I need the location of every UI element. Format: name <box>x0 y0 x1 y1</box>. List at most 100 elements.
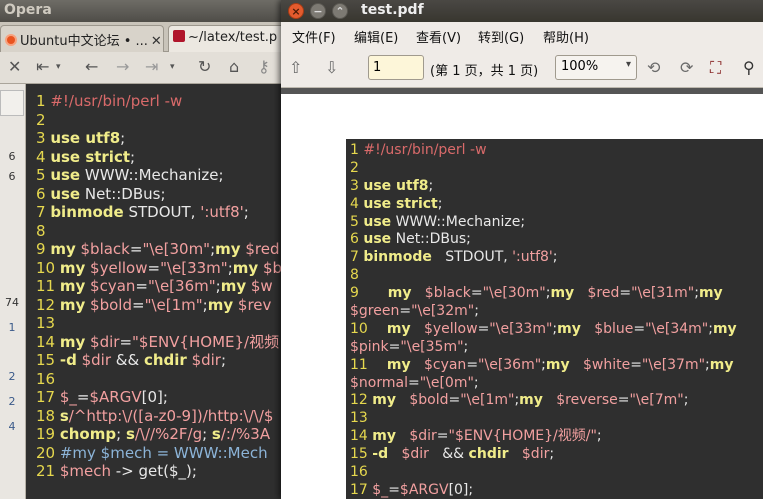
line-number: 19 <box>36 425 60 443</box>
code-token: = <box>470 285 483 302</box>
code-token: $dir <box>388 446 429 463</box>
line-number: 12 <box>36 295 60 314</box>
code-token: my <box>712 320 737 337</box>
code-token: "\e[33m" <box>160 258 228 277</box>
code-token: ; <box>683 392 689 409</box>
code-token: /^http:\/([a-z0-9])/http:\/\/$ <box>68 406 274 425</box>
code-token: = <box>477 320 490 337</box>
code-line: 12 my $bold="\e[1m";my $rev <box>36 296 282 315</box>
tab-ubuntu-forum[interactable]: Ubuntu中文论坛 • ... ✕ <box>0 25 164 52</box>
key-icon[interactable]: ⚷ <box>258 57 270 76</box>
menu-help[interactable]: 帮助(H) <box>543 27 589 46</box>
line-number: 4 <box>350 195 364 212</box>
code-token: s <box>211 425 221 443</box>
panel-number: 6 <box>8 170 16 183</box>
code-token: $ARGV <box>89 388 142 406</box>
menu-edit[interactable]: 编辑(E) <box>354 27 398 46</box>
code-token: Net::DBus; <box>391 231 471 248</box>
chevron-down-icon[interactable]: ▾ <box>170 62 175 72</box>
code-token: $yellow <box>410 320 478 337</box>
code-token: "\e[1m" <box>460 392 515 409</box>
code-token: ':utf8' <box>512 249 553 266</box>
zoom-select[interactable]: 100% ▾ <box>555 55 637 80</box>
menu-view[interactable]: 查看(V) <box>416 27 461 46</box>
close-icon[interactable]: ✕ <box>8 57 21 76</box>
code-token: $normal <box>350 374 408 391</box>
back-icon[interactable]: ← <box>85 57 98 76</box>
minimize-button[interactable]: − <box>310 3 326 19</box>
menu-go[interactable]: 转到(G) <box>478 27 524 46</box>
chevron-down-icon[interactable]: ▾ <box>56 62 61 72</box>
search-icon[interactable]: ⚲ <box>743 58 755 77</box>
line-number: 7 <box>36 203 51 221</box>
close-icon[interactable]: ✕ <box>151 34 162 49</box>
fast-forward-icon[interactable]: ⇥ <box>145 57 158 76</box>
code-token: my <box>215 240 241 258</box>
line-number: 6 <box>36 184 51 203</box>
previous-page-icon[interactable]: ⇧ <box>289 58 302 77</box>
panel-number: 4 <box>8 420 16 433</box>
code-line: 14 my $dir="$ENV{HOME}/视频/"; <box>350 428 737 446</box>
code-token: ; <box>596 428 602 445</box>
panel-number: 6 <box>8 150 16 163</box>
panel-number: 74 <box>5 296 19 309</box>
document-canvas[interactable]: 1 #!/usr/bin/perl -w 2 3 use utf8; 4 use st… <box>281 88 763 499</box>
line-number: 18 <box>36 406 60 425</box>
code-token: my <box>372 392 396 409</box>
menu-bar: 文件(F) 编辑(E) 查看(V) 转到(G) 帮助(H) <box>281 22 763 48</box>
close-button[interactable]: × <box>288 3 304 19</box>
maximize-button[interactable]: ⌃ <box>332 3 348 19</box>
line-number: 13 <box>36 314 56 332</box>
zoom-value: 100% <box>561 59 599 74</box>
code-token: = <box>436 428 449 445</box>
code-token: /:/%3A <box>220 425 271 443</box>
line-number: 11 <box>36 277 60 295</box>
code-token: -d <box>372 446 389 463</box>
code-token: ; <box>463 338 469 355</box>
code-token: binmode <box>363 249 432 266</box>
code-token: my <box>59 258 86 277</box>
toolbar: ⇧ ⇩ (第 1 页，共 1 页) 100% ▾ ⟲ ⟳ ⛶ ⚲ <box>281 48 763 88</box>
file-icon <box>173 30 185 42</box>
code-token: = <box>619 285 632 302</box>
rewind-icon[interactable]: ⇤ <box>36 57 49 76</box>
code-token: WWW::Mechanize; <box>391 213 526 230</box>
pdf-code-block: 1 #!/usr/bin/perl -w 2 3 use utf8; 4 use st… <box>346 139 763 499</box>
code-token: "\e[31m" <box>631 285 695 302</box>
code-token: Net::DBus; <box>80 184 166 203</box>
chevron-down-icon: ▾ <box>625 59 631 70</box>
code-token: $ARGV <box>399 481 449 498</box>
code-token: = <box>129 240 143 258</box>
line-number: 10 <box>350 320 373 337</box>
code-line: $pink="\e[35m"; <box>350 339 737 357</box>
line-number: 17 <box>350 481 373 498</box>
code-token: -d <box>59 351 77 369</box>
line-number: 9 <box>36 240 51 258</box>
code-line: 6 use Net::DBus; <box>350 231 737 249</box>
code-token: use <box>363 231 392 248</box>
line-number: 14 <box>350 428 373 445</box>
code-token: = <box>388 481 400 498</box>
fullscreen-icon[interactable]: ⛶ <box>710 58 721 78</box>
tab-latex-file[interactable]: ~/latex/test.p <box>168 25 290 52</box>
code-token: && <box>428 446 469 463</box>
panel-number: 2 <box>8 395 16 408</box>
code-token: s <box>125 425 135 443</box>
page-number-input[interactable] <box>368 55 424 80</box>
rotate-left-icon[interactable]: ⟲ <box>647 58 660 77</box>
home-icon[interactable]: ⌂ <box>229 57 239 76</box>
code-line: 17 $_=$ARGV[0]; <box>36 388 282 407</box>
menu-file[interactable]: 文件(F) <box>292 27 336 46</box>
code-token: ':utf8' <box>200 203 244 221</box>
next-page-icon[interactable]: ⇩ <box>325 58 338 77</box>
forward-icon[interactable]: → <box>116 57 129 76</box>
pdf-page: 1 #!/usr/bin/perl -w 2 3 use utf8; 4 use st… <box>281 94 763 499</box>
code-token: $bold <box>395 392 449 409</box>
rotate-right-icon[interactable]: ⟳ <box>680 58 693 77</box>
code-token: chomp <box>59 425 117 443</box>
line-number: 14 <box>36 332 60 351</box>
code-token: "\e[7m" <box>629 392 684 409</box>
line-number: 7 <box>350 249 364 266</box>
reload-icon[interactable]: ↻ <box>198 57 211 76</box>
panel-box[interactable] <box>0 90 24 116</box>
